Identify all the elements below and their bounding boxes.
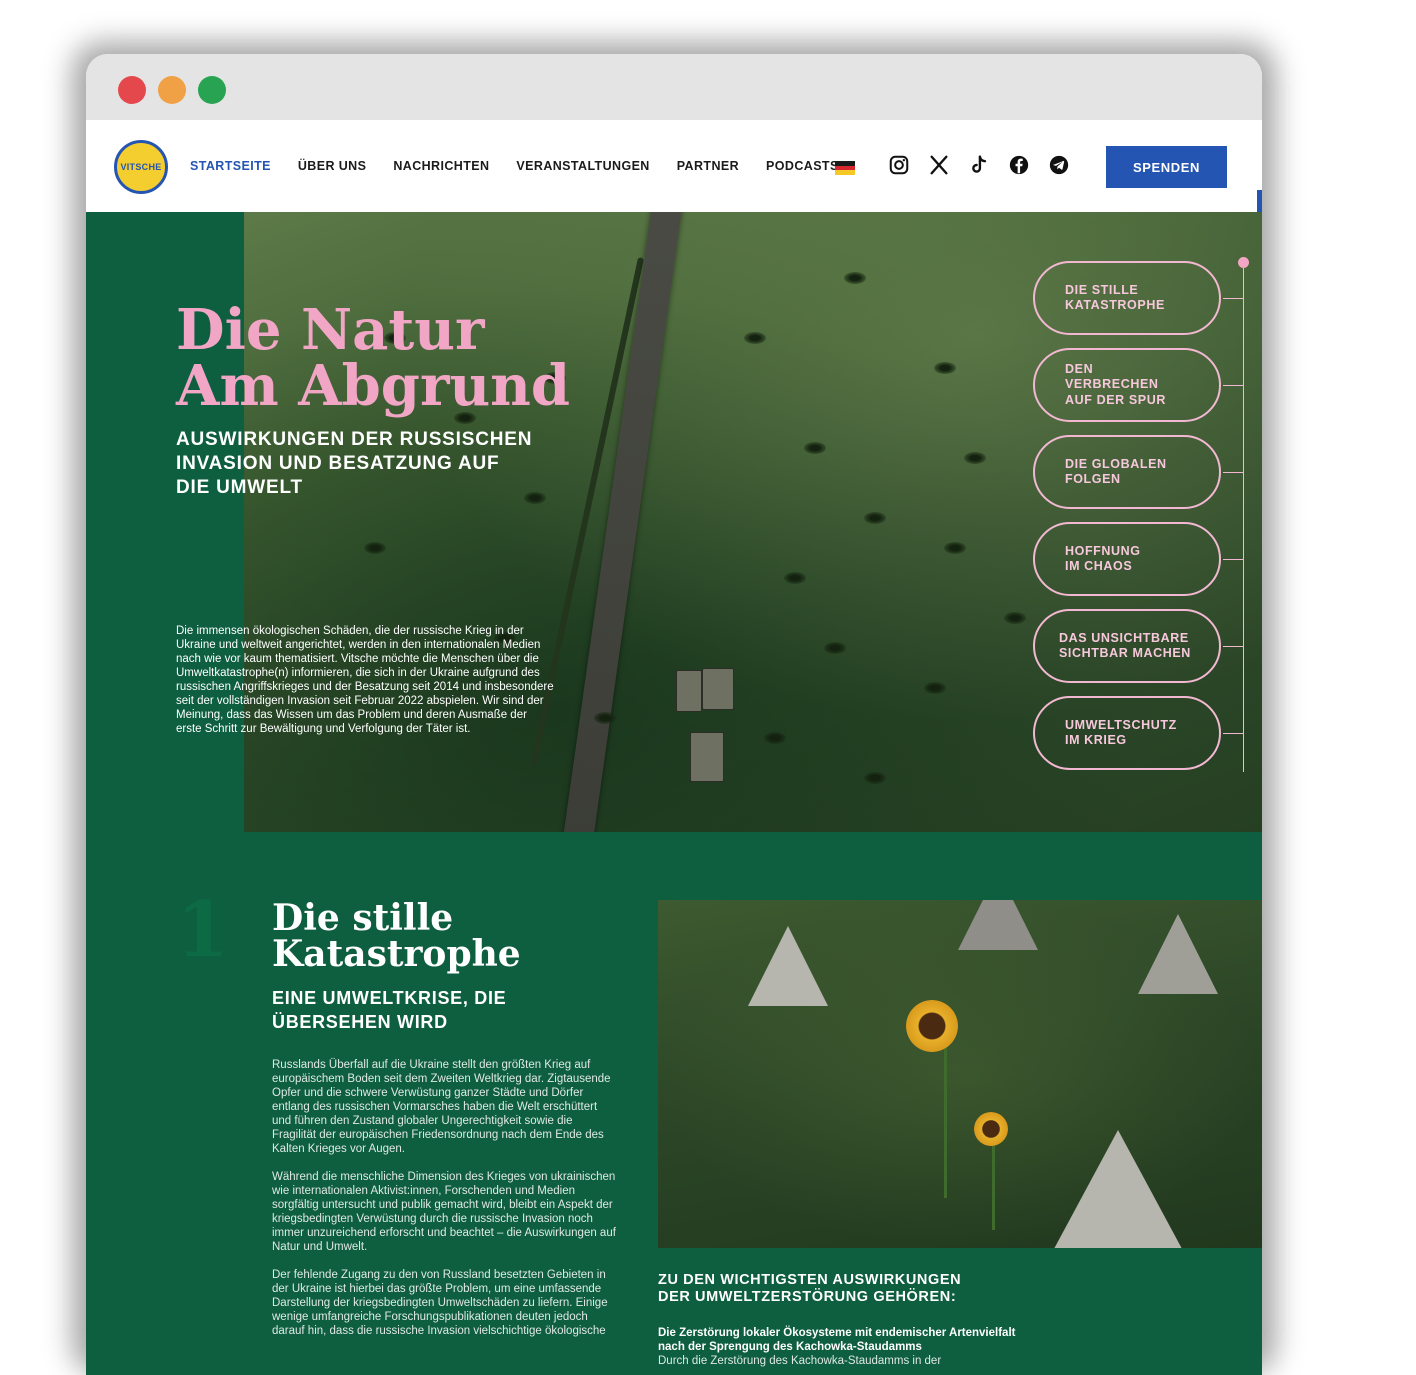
section-subtitle: EINE UMWELTKRISE, DIE ÜBERSEHEN WIRD [272, 988, 507, 1032]
x-icon[interactable] [928, 154, 950, 176]
toc-item-verbrechen[interactable]: DEN VERBRECHEN AUF DER SPUR [1033, 348, 1221, 422]
section-paragraph: Während die menschliche Dimension des Kr… [272, 1171, 616, 1253]
impacts-heading: ZU DEN WICHTIGSTEN AUSWIRKUNGEN DER UMWE… [658, 1272, 962, 1305]
nav-item-nachrichten[interactable]: NACHRICHTEN [393, 159, 489, 173]
german-flag-icon[interactable] [835, 161, 855, 176]
hero-intro-text: Die immensen ökologischen Schäden, die d… [176, 625, 554, 735]
nav-item-ueber-uns[interactable]: ÜBER UNS [298, 159, 366, 173]
instagram-icon[interactable] [888, 154, 910, 176]
section-stille-katastrophe: 1 Die stille Katastrophe EINE UMWELTKRIS… [86, 832, 1262, 1375]
logo-text: VITSCHE [120, 162, 162, 172]
toc-item-hoffnung[interactable]: HOFFNUNG IM CHAOS [1033, 522, 1221, 596]
toc-item-stille-katastrophe[interactable]: DIE STILLE KATASTROPHE [1033, 261, 1221, 335]
sunflower-field-photo [658, 900, 1262, 1248]
section-paragraph: Russlands Überfall auf die Ukraine stell… [272, 1059, 611, 1155]
toc-item-globale-folgen[interactable]: DIE GLOBALEN FOLGEN [1033, 435, 1221, 509]
minimize-window-button[interactable] [158, 76, 186, 104]
impact-item-text: Durch die Zerstörung des Kachowka-Stauda… [658, 1355, 942, 1367]
section-paragraph: Der fehlende Zugang zu den von Russland … [272, 1269, 608, 1337]
section-body: Russlands Überfall auf die Ukraine stell… [272, 1058, 618, 1352]
impact-item-title: Die Zerstörung lokaler Ökosysteme mit en… [658, 1327, 1016, 1353]
main-nav: STARTSEITE ÜBER UNS NACHRICHTEN VERANSTA… [190, 120, 866, 212]
vitsche-logo[interactable]: VITSCHE [114, 140, 168, 194]
donate-button[interactable]: SPENDEN [1106, 146, 1227, 188]
section-title: Die stille Katastrophe [272, 900, 602, 972]
social-links [888, 154, 1070, 176]
site-header: VITSCHE STARTSEITE ÜBER UNS NACHRICHTEN … [86, 120, 1262, 265]
hero-title-line2: Am Abgrund [176, 353, 571, 419]
hero-subtitle: AUSWIRKUNGEN DER RUSSISCHEN INVASION UND… [176, 429, 533, 498]
toc-item-umweltschutz[interactable]: UMWELTSCHUTZ IM KRIEG [1033, 696, 1221, 770]
toc-item-unsichtbare[interactable]: DAS UNSICHTBARE SICHTBAR MACHEN [1033, 609, 1221, 683]
nav-item-veranstaltungen[interactable]: VERANSTALTUNGEN [516, 159, 649, 173]
section-title-line2: Katastrophe [272, 933, 521, 975]
telegram-icon[interactable] [1048, 154, 1070, 176]
hero-section: Die Natur Am Abgrund AUSWIRKUNGEN DER RU… [86, 212, 1262, 832]
nav-item-podcasts[interactable]: PODCASTS [766, 159, 839, 173]
hero-title: Die Natur Am Abgrund [176, 302, 570, 414]
section-number: 1 [176, 885, 229, 974]
nav-item-startseite[interactable]: STARTSEITE [190, 159, 271, 173]
maximize-window-button[interactable] [198, 76, 226, 104]
facebook-icon[interactable] [1008, 154, 1030, 176]
toc-timeline-dot [1238, 257, 1249, 268]
browser-titlebar [86, 54, 1262, 120]
browser-window: VITSCHE STARTSEITE ÜBER UNS NACHRICHTEN … [86, 54, 1262, 1375]
nav-item-partner[interactable]: PARTNER [677, 159, 739, 173]
tiktok-icon[interactable] [968, 154, 990, 176]
close-window-button[interactable] [118, 76, 146, 104]
toc-timeline-line [1243, 262, 1244, 772]
